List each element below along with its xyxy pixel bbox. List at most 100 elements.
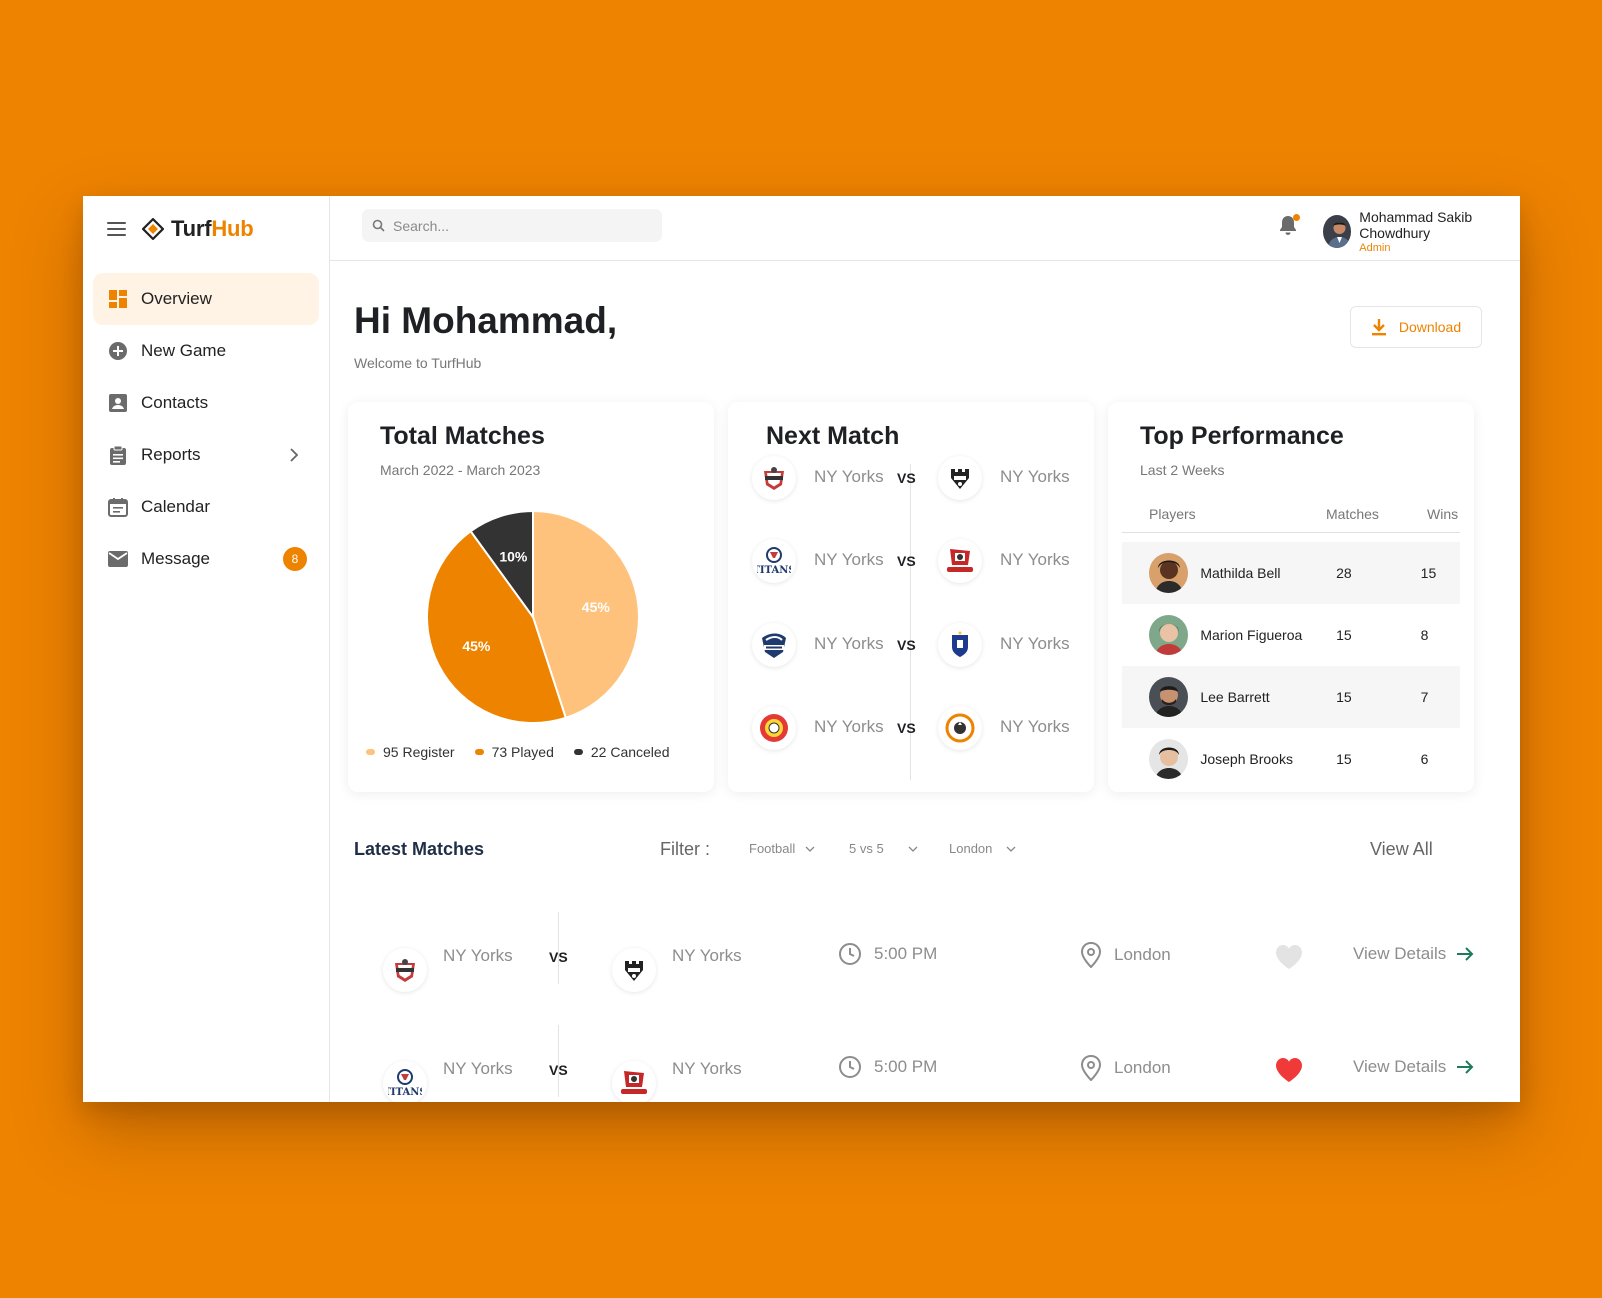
message-count-badge: 8 [283,547,307,571]
legend-item: 22 Canceled [573,744,670,760]
player-wins: 7 [1420,689,1429,705]
home-team-name: NY Yorks [814,717,884,736]
legend-swatch [474,749,484,755]
table-row[interactable]: Mathilda Bell 28 15 [1122,542,1460,604]
home-team-name: NY Yorks [814,634,884,653]
top-performance-card: Top Performance Last 2 Weeks Players Mat… [1108,402,1474,792]
download-icon [1371,319,1386,336]
next-match-row[interactable]: NY Yorks VS NY Yorks [752,702,1082,754]
dashboard-icon [107,288,129,310]
legend-label: 22 Canceled [590,744,670,760]
filter-value: London [949,841,993,856]
column-header-wins: Wins [1427,506,1459,522]
vs-divider [558,1025,559,1097]
home-team-name: NY Yorks [443,946,513,965]
menu-icon[interactable] [107,222,126,236]
player-wins: 8 [1420,627,1429,643]
pie-chart: 45% 45% 10% [418,502,648,732]
notification-bell-icon[interactable] [1278,214,1300,238]
sidebar-item-label: Overview [141,289,212,308]
sidebar-item-contacts[interactable]: Contacts [93,377,319,429]
match-location: London [1080,1055,1171,1081]
page-subtitle: Welcome to TurfHub [354,355,482,371]
away-team-name: NY Yorks [672,1059,742,1078]
titans-logo: TITANS [752,539,796,583]
chevron-down-icon [805,846,815,852]
sidebar-item-label: New Game [141,341,227,360]
view-details-label: View Details [1353,944,1447,963]
view-details-link[interactable]: View Details [1353,1057,1474,1077]
favorite-heart-icon[interactable] [1275,1057,1303,1088]
view-details-link[interactable]: View Details [1353,944,1474,964]
table-row[interactable]: Lee Barrett 15 7 [1122,666,1460,728]
search-box[interactable] [362,209,662,242]
next-match-row[interactable]: NY Yorks VS NY Yorks [752,452,1082,504]
player-wins: 15 [1420,565,1437,581]
page-title: Hi Mohammad, [354,300,618,341]
sidebar-item-new-game[interactable]: New Game [93,325,319,377]
table-row[interactable]: Marion Figueroa 15 8 [1122,604,1460,666]
location-pin-icon [1080,1055,1102,1081]
topbar: Mohammad Sakib Chowdhury Admin [330,196,1520,261]
sidebar-item-label: Contacts [141,393,209,412]
avatar [1149,677,1189,717]
pie-label-canceled: 10% [499,549,528,565]
away-team-name: NY Yorks [1000,717,1070,736]
player-name: Mathilda Bell [1200,565,1281,581]
arrow-right-icon [1457,1060,1474,1074]
legend-label: 95 Register [383,744,455,760]
location-pin-icon [1080,942,1102,968]
sidebar-item-label: Reports [141,445,201,464]
vs-label: VS [897,637,916,653]
filter-sport-select[interactable]: Football [749,841,815,856]
download-button[interactable]: Download [1350,306,1482,348]
player-name: Marion Figueroa [1200,627,1303,643]
clipboard-icon [107,444,129,466]
clock-icon [839,943,861,965]
filter-label: Filter : [660,839,711,859]
match-location: London [1080,942,1171,968]
favorite-heart-icon[interactable] [1275,944,1303,975]
sidebar: TurfHub Overview New Game Contacts Repor… [83,196,330,1102]
pie-chart-svg: 45% 45% 10% [426,509,640,724]
next-match-row[interactable]: NY Yorks VS NY Yorks [752,619,1082,671]
away-team-name: NY Yorks [672,946,742,965]
plus-circle-icon [107,340,129,362]
player-name: Lee Barrett [1200,689,1270,705]
pie-label-played: 45% [462,638,491,654]
arrow-right-icon [1457,947,1474,961]
search-input[interactable] [393,217,643,234]
buccaneers-logo [612,1061,656,1102]
download-label: Download [1398,319,1462,335]
sidebar-item-overview[interactable]: Overview [93,273,319,325]
match-location-value: London [1114,1058,1171,1077]
card-subtitle: March 2022 - March 2023 [380,462,541,478]
player-wins: 6 [1420,751,1429,767]
next-match-card: Next Match NY Yorks VS NY Yorks TITANS NY Yo… [728,402,1094,792]
red-ball-logo [752,706,796,750]
sidebar-item-message[interactable]: Message 8 [93,533,319,585]
user-profile[interactable]: Mohammad Sakib Chowdhury Admin [1323,209,1520,254]
away-team-name: NY Yorks [1000,550,1070,569]
filter-value: 5 vs 5 [849,841,884,856]
sidebar-item-calendar[interactable]: Calendar [93,481,319,533]
next-match-row[interactable]: TITANS NY Yorks VS NY Yorks [752,535,1082,587]
filter-location-select[interactable]: London [949,841,1016,856]
view-all-link[interactable]: View All [1370,839,1433,860]
filter-format-select[interactable]: 5 vs 5 [849,841,918,856]
app-window: TurfHub Overview New Game Contacts Repor… [83,196,1520,1102]
card-subtitle: Last 2 Weeks [1140,462,1225,478]
legend-item: 73 Played [474,744,554,760]
match-row: NY YorksVSNY Yorks5:00 PMLondonView Deta… [383,912,1483,992]
sidebar-item-reports[interactable]: Reports [93,429,319,481]
column-header-players: Players [1149,506,1196,522]
avatar [1149,615,1189,655]
total-matches-card: Total Matches March 2022 - March 2023 45… [348,402,714,792]
avatar [1149,739,1189,779]
sidebar-item-label: Calendar [141,497,210,516]
legend-swatch [573,749,583,755]
castle-crest-logo [938,456,982,500]
logo-icon [142,218,164,240]
home-team-name: NY Yorks [814,550,884,569]
table-row[interactable]: Joseph Brooks 15 6 [1122,728,1460,790]
